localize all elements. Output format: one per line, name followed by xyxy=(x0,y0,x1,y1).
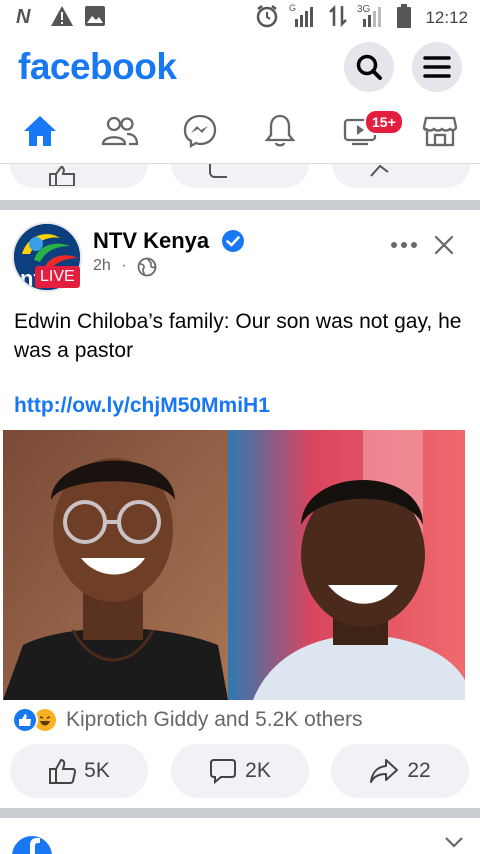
close-icon xyxy=(434,235,454,255)
feed-separator xyxy=(0,808,480,818)
n-icon: N xyxy=(16,6,40,31)
nav-friends[interactable] xyxy=(90,101,150,161)
facebook-logo[interactable]: facebook xyxy=(18,46,177,88)
signal-icon: G xyxy=(289,3,319,34)
warning-icon xyxy=(50,5,74,32)
comment-icon xyxy=(209,164,227,178)
status-time: 12:12 xyxy=(425,8,468,27)
menu-button[interactable] xyxy=(412,42,462,92)
search-button[interactable] xyxy=(344,42,394,92)
previous-post-actions xyxy=(0,164,480,194)
previous-comment-button[interactable] xyxy=(171,164,309,188)
post-time-separator: · xyxy=(121,257,127,274)
like-button[interactable]: 5K xyxy=(10,744,148,798)
network-g-label: G xyxy=(289,3,296,13)
marketplace-icon xyxy=(422,116,458,146)
chevron-down-icon[interactable] xyxy=(444,836,464,848)
verified-icon xyxy=(221,229,245,258)
bell-icon xyxy=(264,114,296,146)
like-reaction-icon xyxy=(12,707,38,733)
facebook-avatar-icon xyxy=(12,836,52,854)
feed-separator xyxy=(0,200,480,210)
data-transfer-icon xyxy=(329,4,348,33)
app-header: facebook xyxy=(0,36,480,98)
reactions-text: Kiprotich Giddy and 5.2K others xyxy=(66,708,363,731)
post-text: Edwin Chiloba’s family: Our son was not … xyxy=(14,310,462,362)
nav-notifications[interactable] xyxy=(250,101,310,161)
comment-icon xyxy=(210,759,237,785)
nav-marketplace[interactable] xyxy=(410,101,470,161)
nav-messenger[interactable] xyxy=(170,101,230,161)
like-icon xyxy=(49,166,75,186)
share-icon xyxy=(370,759,399,783)
svg-text:N: N xyxy=(16,6,31,26)
more-options-button[interactable] xyxy=(390,238,418,257)
menu-icon xyxy=(423,56,451,78)
nav-watch[interactable]: 15+ xyxy=(330,101,404,161)
share-icon xyxy=(370,164,389,177)
globe-icon xyxy=(137,257,157,282)
nav-home[interactable] xyxy=(10,101,70,161)
reactions-summary[interactable]: Kiprotich Giddy and 5.2K others xyxy=(12,706,363,734)
status-bar: N G 3G 12:12 xyxy=(0,0,480,36)
watch-badge: 15+ xyxy=(364,108,404,135)
next-post xyxy=(0,820,480,854)
network-3g-label: 3G xyxy=(357,4,371,15)
like-count: 5K xyxy=(84,759,110,782)
hide-post-button[interactable] xyxy=(433,234,455,261)
home-icon xyxy=(24,115,56,146)
share-button[interactable]: 22 xyxy=(331,744,469,798)
post-link[interactable]: http://ow.ly/chjM50MmiH1 xyxy=(14,394,270,418)
friends-icon xyxy=(101,116,139,145)
comment-count: 2K xyxy=(245,759,271,782)
alarm-icon xyxy=(255,4,279,33)
post-time-value: 2h xyxy=(93,257,111,274)
post-actions: 5K 2K 22 xyxy=(0,744,480,798)
like-icon xyxy=(49,758,77,784)
previous-share-button[interactable] xyxy=(332,164,470,188)
comment-button[interactable]: 2K xyxy=(171,744,309,798)
live-badge: LIVE xyxy=(35,266,80,288)
image-icon xyxy=(84,5,106,32)
search-icon xyxy=(356,54,382,80)
post-time[interactable]: 2h · xyxy=(93,257,127,275)
more-icon xyxy=(391,242,417,248)
battery-icon xyxy=(397,3,412,33)
previous-like-button[interactable] xyxy=(10,164,148,188)
page-name[interactable]: NTV Kenya xyxy=(93,228,209,254)
nav-bar: 15+ xyxy=(0,98,480,164)
signal-3g-icon: 3G xyxy=(357,3,387,34)
messenger-icon xyxy=(183,114,217,148)
share-count: 22 xyxy=(407,759,431,782)
post-image[interactable] xyxy=(3,430,465,700)
